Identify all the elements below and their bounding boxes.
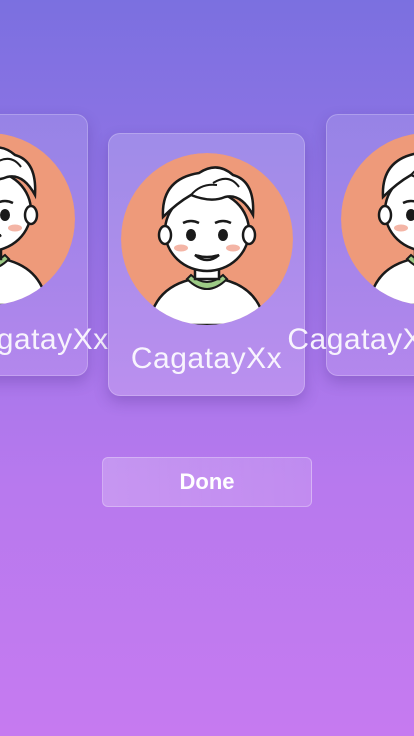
profile-carousel[interactable]: CagatayXx CagatayXx [0,0,414,420]
done-button[interactable]: Done [102,457,312,507]
cartoon-boy-avatar-icon [0,133,75,305]
cartoon-boy-avatar-icon [121,153,293,325]
profile-card-previous[interactable]: CagatayXx [0,114,108,376]
cartoon-boy-avatar-icon [341,133,414,305]
profile-name: CagatayXx [287,323,414,356]
profile-card-next[interactable]: CagatayXx [287,114,414,376]
